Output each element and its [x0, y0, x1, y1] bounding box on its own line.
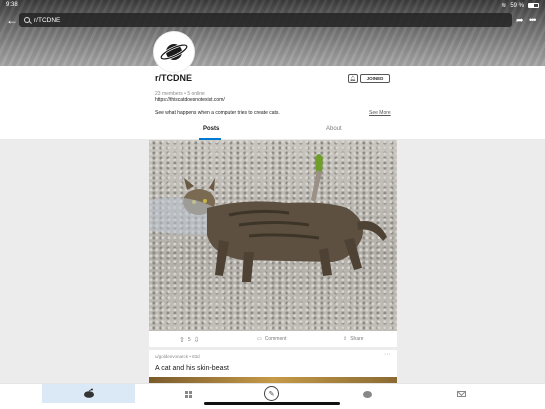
wifi-icon: ≋ [501, 3, 507, 9]
share-button[interactable]: ⇪ Share [343, 336, 364, 342]
nav-home[interactable] [42, 384, 135, 403]
home-indicator [204, 402, 340, 405]
mail-icon [456, 391, 466, 397]
top-bar: ← ➦ ••• [0, 13, 545, 27]
share-post-icon: ⇪ [343, 336, 348, 342]
battery-percent: 59 % [510, 2, 524, 9]
post-title[interactable]: A cat and his skin-beast [155, 365, 229, 372]
search-bar[interactable] [19, 13, 512, 27]
share-label: Share [350, 336, 364, 342]
search-input[interactable] [34, 16, 234, 24]
upvote-icon[interactable]: ⇧ [179, 336, 185, 344]
bell-icon[interactable]: 🔔︎ [348, 74, 358, 83]
see-more-link[interactable]: See More [369, 110, 391, 116]
vote-group: ⇧ 5 ⇩ [179, 336, 200, 344]
post-meta[interactable]: u/goldenvonarck • 83d [155, 354, 200, 359]
comment-button[interactable]: ▭ Comment [257, 336, 286, 342]
comment-label: Comment [264, 336, 287, 342]
create-post-button[interactable]: ✎ [264, 386, 279, 401]
nav-chat[interactable] [360, 388, 374, 400]
subreddit-description: See what happens when a computer tries t… [155, 110, 280, 116]
avatar [154, 32, 194, 72]
grid-icon [184, 390, 192, 398]
subreddit-name: r/TCDNE [155, 73, 193, 83]
nav-inbox[interactable] [454, 388, 468, 400]
tab-posts[interactable]: Posts [203, 126, 219, 132]
post-more-icon[interactable]: ··· [384, 351, 391, 358]
back-arrow-icon[interactable]: ← [6, 13, 18, 27]
status-right: ≋ 59 % [501, 2, 539, 9]
battery-icon [528, 3, 539, 8]
post-score: 5 [187, 337, 191, 343]
bottom-nav: ✎ [0, 383, 545, 409]
chat-icon [362, 390, 372, 398]
joined-button[interactable]: JOINED [360, 74, 390, 83]
more-icon[interactable]: ••• [529, 13, 537, 27]
pencil-icon: ✎ [268, 390, 275, 398]
tab-bar: Posts About [0, 122, 545, 140]
comment-icon: ▭ [257, 336, 262, 342]
post-actions: ⇧ 5 ⇩ ▭ Comment ⇪ Share [149, 331, 397, 347]
post-card[interactable]: u/goldenvonarck • 83d ··· A cat and his … [149, 350, 397, 383]
subreddit-website[interactable]: https://thiscatdoesnotexist.com/ [155, 97, 225, 103]
planet-icon [157, 35, 191, 69]
post-image[interactable] [149, 140, 397, 331]
downvote-icon[interactable]: ⇩ [194, 336, 200, 344]
status-bar: 9:38 ≋ 59 % [6, 2, 539, 10]
home-icon [83, 385, 95, 403]
status-time: 9:38 [6, 2, 18, 8]
share-icon[interactable]: ➦ [516, 13, 524, 27]
tab-about[interactable]: About [326, 126, 342, 132]
search-icon [24, 17, 30, 23]
nav-communities[interactable] [181, 388, 195, 400]
